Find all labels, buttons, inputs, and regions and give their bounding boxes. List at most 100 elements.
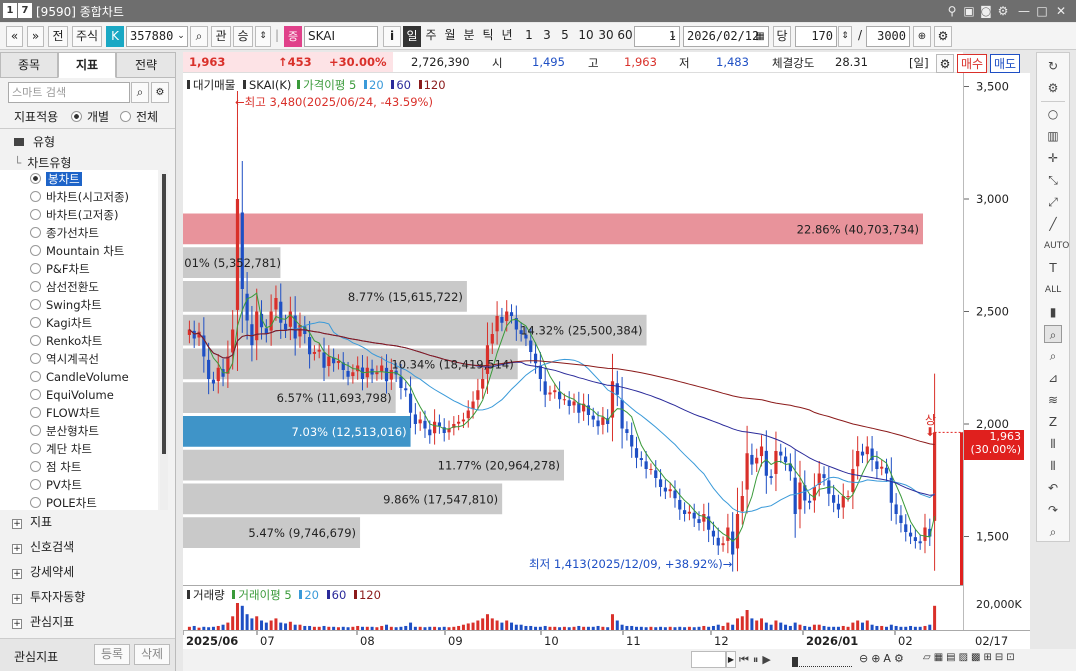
expand-icon[interactable]: + bbox=[12, 569, 22, 579]
text-icon[interactable]: T bbox=[1044, 259, 1062, 277]
chart-type-radio[interactable] bbox=[30, 389, 41, 400]
chart-type-radio[interactable] bbox=[30, 227, 41, 238]
undo-icon[interactable]: ↶ bbox=[1044, 479, 1062, 497]
zigzag-icon[interactable]: Z bbox=[1044, 413, 1062, 431]
chart-type-radio[interactable] bbox=[30, 263, 41, 274]
code-dropdown-icon[interactable]: ⌄ bbox=[174, 27, 188, 46]
chart-type-radio[interactable] bbox=[30, 479, 41, 490]
settings-icon[interactable]: ⚙ bbox=[995, 3, 1011, 19]
all-tools-icon[interactable]: ALL bbox=[1044, 281, 1062, 299]
line-icon[interactable]: ╱ bbox=[1044, 215, 1062, 233]
zoom-icon[interactable]: ⊕ bbox=[913, 26, 931, 47]
chart-type-item[interactable]: PV차트 bbox=[30, 476, 82, 494]
interval-button-10[interactable]: 10 bbox=[576, 26, 596, 47]
interval-button-5[interactable]: 5 bbox=[557, 26, 573, 47]
chart-type-item[interactable]: Kagi차트 bbox=[30, 314, 92, 332]
rise-button[interactable]: 승 bbox=[233, 26, 253, 47]
expand-icon[interactable]: + bbox=[12, 594, 22, 604]
group-3[interactable]: + 투자자동향 bbox=[12, 586, 85, 608]
group-0[interactable]: + 지표 bbox=[12, 511, 52, 533]
save-icon[interactable]: ▣ bbox=[961, 3, 977, 19]
chart-type-item[interactable]: 점 차트 bbox=[30, 458, 81, 476]
current-button[interactable]: 당 bbox=[773, 26, 791, 47]
chart-type-radio[interactable] bbox=[30, 281, 41, 292]
chart-type-radio[interactable] bbox=[30, 425, 41, 436]
smart-search-icon[interactable]: ⌕ bbox=[131, 82, 149, 103]
next-stock-button[interactable]: » bbox=[27, 26, 44, 47]
search-icon[interactable]: ⌕ bbox=[190, 26, 208, 47]
chart-type-item[interactable]: FLOW차트 bbox=[30, 404, 100, 422]
all-button[interactable]: 전 bbox=[48, 26, 68, 47]
chart-type-radio[interactable] bbox=[30, 497, 41, 508]
chart-type-radio[interactable] bbox=[30, 299, 41, 310]
chart-type-item[interactable]: 계단 차트 bbox=[30, 440, 92, 458]
interval-button-60[interactable]: 60 bbox=[615, 26, 635, 47]
tab-1[interactable]: 지표 bbox=[58, 52, 116, 78]
chart-type-item[interactable]: 바차트(시고저종) bbox=[30, 188, 129, 206]
chart-type-scrollbar[interactable] bbox=[160, 170, 168, 510]
auto-trend-icon[interactable]: AUTO bbox=[1044, 237, 1069, 255]
period-button-4[interactable]: 틱 bbox=[479, 26, 497, 47]
refresh-icon[interactable]: ↻ bbox=[1044, 57, 1062, 75]
fibonacci-icon[interactable]: ≋ bbox=[1044, 391, 1062, 409]
chart-type-radio[interactable] bbox=[30, 209, 41, 220]
chart-type-item[interactable]: CandleVolume bbox=[30, 368, 129, 386]
camera-icon[interactable]: ◙ bbox=[978, 3, 994, 19]
expand-icon[interactable]: + bbox=[12, 544, 22, 554]
cursor-icon[interactable]: ○ bbox=[1044, 105, 1062, 123]
spin-icon[interactable]: ⇕ bbox=[255, 26, 271, 47]
delete-button[interactable]: 삭제 bbox=[134, 644, 170, 665]
maximize-icon[interactable]: □ bbox=[1034, 3, 1050, 19]
count-dropdown-icon[interactable]: ⌄ bbox=[666, 27, 680, 46]
price-axis[interactable]: 3,500 3,000 2,500 2,000 1,500 20,000K 1,963 (… bbox=[963, 73, 1030, 630]
date-axis[interactable]: 2025/06 07 08 09 10 11 12 2026/01 02 02/17 bbox=[182, 630, 1030, 649]
redo-icon[interactable]: ↷ bbox=[1044, 501, 1062, 519]
chart-type-item[interactable]: Mountain 차트 bbox=[30, 242, 124, 260]
quote-settings-icon[interactable]: ⚙ bbox=[936, 54, 954, 73]
candle-icon[interactable]: ▮ bbox=[1044, 303, 1062, 321]
buy-button[interactable]: 매수 bbox=[957, 54, 987, 73]
crosshair-icon[interactable]: ✛ bbox=[1044, 149, 1062, 167]
smart-search-input[interactable]: 스마트 검색 bbox=[8, 82, 130, 103]
period-button-2[interactable]: 월 bbox=[441, 26, 459, 47]
bars-spin-icon[interactable]: ⇕ bbox=[838, 26, 852, 47]
chart-type-radio[interactable] bbox=[30, 245, 41, 256]
group-1[interactable]: + 신호검색 bbox=[12, 536, 74, 558]
info-button[interactable]: i bbox=[383, 26, 401, 47]
chart-type-item[interactable]: Swing차트 bbox=[30, 296, 102, 314]
bars-total-input[interactable]: 3000 bbox=[866, 26, 910, 47]
minimize-icon[interactable]: — bbox=[1016, 3, 1032, 19]
grid-icon[interactable]: ⦀ bbox=[1044, 435, 1062, 453]
zoom-slider[interactable] bbox=[792, 652, 852, 667]
chart-type-radio[interactable] bbox=[30, 353, 41, 364]
chart-type-radio[interactable] bbox=[30, 173, 41, 184]
chart-type-radio[interactable] bbox=[30, 371, 41, 382]
volume-chart[interactable]: 거래량 거래이평 5 20 60 120 bbox=[183, 585, 963, 631]
group-4[interactable]: + 관심지표 bbox=[12, 611, 74, 633]
interval-button-30[interactable]: 30 bbox=[596, 26, 616, 47]
sell-button[interactable]: 매도 bbox=[990, 54, 1020, 73]
zoom-in-icon[interactable]: ⌕ bbox=[1044, 325, 1062, 343]
period-button-3[interactable]: 분 bbox=[460, 26, 478, 47]
stock-name-field[interactable]: SKAI bbox=[304, 26, 378, 47]
chart-type-radio[interactable] bbox=[30, 443, 41, 454]
chart-type-radio[interactable] bbox=[30, 317, 41, 328]
chart-type-item[interactable]: Renko차트 bbox=[30, 332, 102, 350]
scroll-right-button[interactable]: ▶ bbox=[726, 651, 736, 668]
measure-icon[interactable]: ⊿ bbox=[1044, 369, 1062, 387]
chart-type-radio[interactable] bbox=[30, 335, 41, 346]
register-button[interactable]: 등록 bbox=[94, 644, 130, 665]
smart-search-options-icon[interactable]: ⚙ bbox=[151, 82, 169, 103]
settings-icon[interactable]: ⚙ bbox=[1044, 79, 1062, 97]
search-chart-icon[interactable]: ⌕ bbox=[1044, 523, 1062, 541]
apply-all-radio[interactable]: 전체 bbox=[120, 108, 158, 125]
scrollbar-track[interactable] bbox=[691, 651, 726, 668]
group-2[interactable]: + 강세약세 bbox=[12, 561, 74, 583]
prev-stock-button[interactable]: « bbox=[6, 26, 23, 47]
chart-settings-icon[interactable]: ⚙ bbox=[934, 26, 952, 47]
bars-shown-input[interactable]: 170 bbox=[795, 26, 837, 47]
view-tools[interactable]: ▱▦▤▨▩⊞⊟⊡ bbox=[923, 652, 1018, 663]
chart-type-item[interactable]: 바차트(고저종) bbox=[30, 206, 118, 224]
chart-type-item[interactable]: 역시계곡선 bbox=[30, 350, 99, 368]
tab-0[interactable]: 종목 bbox=[0, 52, 58, 78]
